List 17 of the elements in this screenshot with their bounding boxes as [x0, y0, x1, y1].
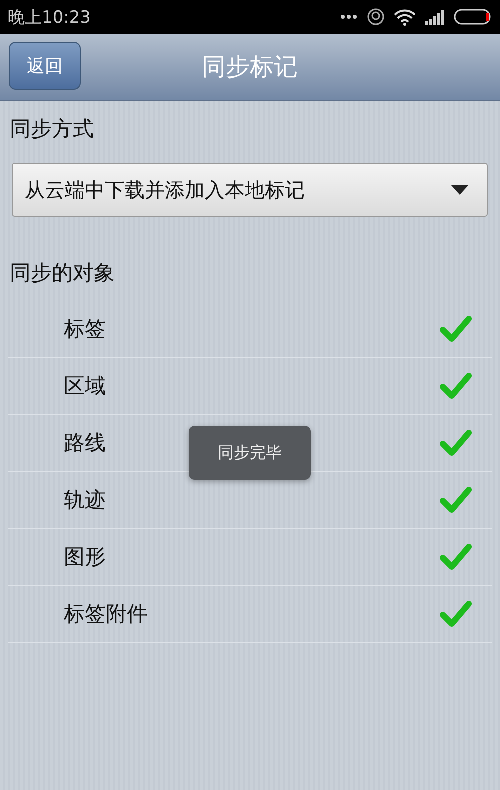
wifi-icon: [394, 8, 416, 26]
sync-object-item[interactable]: 标签附件: [8, 586, 492, 643]
status-time: 晚上10:23: [8, 6, 91, 28]
sync-mode-dropdown[interactable]: 从云端中下载并添加入本地标记: [12, 163, 488, 217]
sync-object-item[interactable]: 区域: [8, 358, 492, 415]
signal-icon: [425, 10, 445, 24]
battery-icon: [454, 9, 492, 25]
back-button[interactable]: 返回: [9, 42, 81, 90]
toast-message: 同步完毕: [189, 426, 311, 480]
more-icon: [340, 14, 358, 20]
sync-object-item[interactable]: 标签: [8, 301, 492, 358]
sync-icon: [367, 8, 385, 26]
dropdown-arrow-icon: [451, 185, 469, 195]
section-label: 同步的对象: [9, 260, 116, 287]
sync-object-item[interactable]: 图形: [8, 529, 492, 586]
section-label: 同步方式: [9, 116, 95, 143]
page-title: 同步标记: [202, 52, 298, 83]
